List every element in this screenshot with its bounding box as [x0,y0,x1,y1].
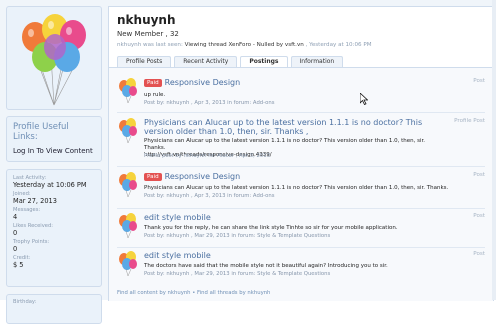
balloons-thumb[interactable] [117,118,139,144]
birthday-box: Birthday: [6,294,102,324]
post-meta: Post by: nkhuynh , Mar 29, 2013 in forum… [144,271,331,277]
post-title[interactable]: Responsive Design [165,78,241,87]
last-seen-action[interactable]: Viewing thread XenForo - Nulled by vsft.… [185,42,304,48]
post-snippet: Physicians can Alucar up to the latest v… [144,185,449,191]
profile-tabs: Profile Posts Recent Activity Postings I… [117,56,344,67]
profile-links-title: Profile Useful Links: [13,122,69,142]
stat-value: 4 [13,213,18,221]
login-link[interactable]: Log In To View Content [13,147,95,155]
scrollbar[interactable] [492,0,496,300]
divider [117,112,485,113]
list-item: Paid Responsive Design Post Physicians ca… [117,172,485,206]
balloons-thumb[interactable] [117,213,139,239]
post-meta: Post by: nkhuynh , Apr 3, 2013 in forum:… [144,193,275,199]
post-snippet: The doctors have said that the mobile st… [144,263,388,269]
find-content-links[interactable]: Find all content by nkhuynh • Find all t… [117,290,270,296]
post-title[interactable]: Responsive Design [165,172,241,181]
divider [117,208,485,209]
post-title[interactable]: Physicians can Alucar up to the latest v… [144,118,444,136]
divider [117,247,485,248]
post-title[interactable]: edit style mobile [144,213,211,222]
user-title: New Member , 32 [117,30,179,38]
post-meta: Post by: nkhuynh , Apr 3, 2013 in forum:… [144,100,275,106]
post-title-link[interactable]: Paid Responsive Design [144,78,240,87]
page: Profile Useful Links: Log In To View Con… [0,0,496,324]
post-meta: Post by: nkhuynh , Mar 29, 2013 in forum… [144,233,331,239]
post-snippet: up rule. [144,92,166,98]
stat-value: Mar 27, 2013 [13,197,57,205]
list-item: Paid Responsive Design Post up rule. Post… [117,78,485,108]
list-item: Physicians can Alucar up to the latest v… [117,118,485,162]
content-type-label: Post [473,213,485,219]
paid-badge: Paid [144,173,162,181]
member-stats: Last Activity: Yesterday at 10:06 PM Joi… [6,169,102,287]
avatar[interactable] [6,6,102,110]
profile-sidebar: Profile Useful Links: Log In To View Con… [6,6,102,324]
last-seen-prefix: nkhuynh was last seen: [117,42,183,48]
content-type-label: Post [473,78,485,84]
username: nkhuynh [117,13,176,27]
paid-badge: Paid [144,79,162,87]
post-snippet: Thank you for the reply, he can share th… [144,225,398,231]
stat-value: Yesterday at 10:06 PM [13,181,87,189]
list-item: edit style mobile Post The doctors have … [117,251,485,283]
profile-main: nkhuynh New Member , 32 nkhuynh was last… [108,6,494,301]
profile-links-box: Profile Useful Links: Log In To View Con… [6,116,102,162]
tab-recent-activity[interactable]: Recent Activity [174,56,238,67]
tab-postings[interactable]: Postings [240,56,288,67]
post-title-link[interactable]: Paid Responsive Design [144,172,240,181]
balloons-thumb[interactable] [117,172,139,198]
balloons-thumb[interactable] [117,251,139,277]
divider [117,166,485,167]
list-item: edit style mobile Post Thank you for the… [117,213,485,245]
profile-header: nkhuynh New Member , 32 nkhuynh was last… [109,7,493,55]
tab-information[interactable]: Information [290,56,344,67]
content-type-label: Post [473,251,485,257]
stat-value: $ 5 [13,261,24,269]
post-title[interactable]: edit style mobile [144,251,211,260]
stat-value: 0 [13,229,18,237]
last-seen: nkhuynh was last seen: Viewing thread Xe… [117,42,485,48]
stat-value: 0 [13,245,18,253]
tab-profile-posts[interactable]: Profile Posts [117,56,172,67]
content-type-label: Post [473,172,485,178]
post-meta: Profile post by nkhuynh for Alucar , Apr… [144,153,271,159]
content-type-label: Profile Post [454,118,485,124]
postings-list: Paid Responsive Design Post up rule. Post… [109,68,493,301]
balloons-avatar [22,14,86,106]
balloons-thumb[interactable] [117,78,139,104]
last-seen-time: , Yesterday at 10:06 PM [305,42,372,48]
mouse-pointer-icon [360,93,368,105]
